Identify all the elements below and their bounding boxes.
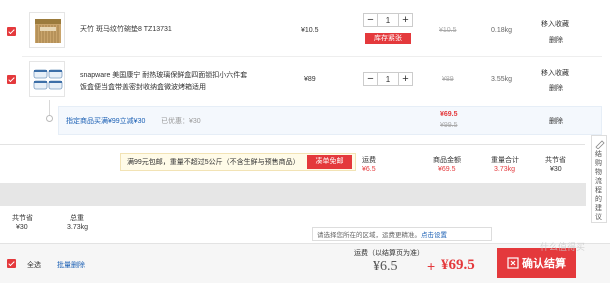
minus-button[interactable]: − — [364, 73, 377, 85]
original-price: ¥89 — [442, 76, 454, 83]
summary-weight-label: 总重 — [70, 215, 84, 222]
product-name[interactable]: 天竹 斑马纹竹碗垫8 TZ13731 — [80, 24, 172, 34]
watermark: 什么值得买 — [540, 242, 586, 252]
footer-shipping-fee: ¥6.5 — [373, 259, 398, 274]
plus-button[interactable]: + — [399, 73, 412, 85]
product-price: ¥10.5 — [301, 27, 319, 34]
stock-badge: 库存紧张 — [365, 33, 411, 44]
shipping-fee-note: 运费（以结算页为准） — [354, 250, 424, 257]
quantity-value[interactable]: 1 — [377, 14, 399, 26]
divider — [0, 144, 585, 145]
summary-weight-value: 3.73kg — [67, 224, 89, 231]
plus-button[interactable]: + — [399, 14, 412, 26]
quantity-stepper[interactable]: − 1 + — [363, 72, 413, 86]
batch-delete-link[interactable]: 批量删除 — [57, 260, 85, 270]
region-tip-text: 请选择您所在的区域，运费更精准。 — [317, 232, 421, 239]
divider — [22, 56, 602, 57]
total-weight-value: 3.73kg — [494, 166, 516, 173]
gray-band — [0, 183, 586, 206]
move-to-favorites-link[interactable]: 移入收藏 — [541, 19, 569, 29]
shipping-fee-label: 运费 — [362, 157, 376, 164]
original-price: ¥10.5 — [439, 27, 457, 34]
promo-original-price: ¥99.5 — [440, 122, 458, 129]
footer-total: ¥69.5 — [441, 257, 475, 273]
product-price: ¥89 — [304, 76, 316, 83]
item-weight: 3.55kg — [491, 76, 513, 83]
item-checkbox[interactable] — [7, 27, 16, 36]
quantity-stepper[interactable]: − 1 + — [363, 13, 413, 27]
summary-saved-value: ¥30 — [16, 224, 28, 231]
timeline-dot — [46, 115, 53, 122]
product-name[interactable]: snapware 美国康宁 耐热玻璃保鲜盒四面锁扣小六件套 饭盒便当盒带盖密封收… — [80, 70, 300, 94]
saved-label: 共节省 — [545, 157, 566, 164]
goods-amount-value: ¥69.5 — [438, 166, 456, 173]
shipping-notice: 满99元包邮，重量不超过5公斤（不含生鲜与预售商品） — [127, 159, 300, 166]
feedback-sidebar-tab[interactable]: 结购物流程的建议 — [591, 135, 607, 223]
checkout-icon — [507, 257, 519, 269]
checkout-label[interactable]: 确认结算 — [522, 255, 566, 271]
pencil-icon — [595, 140, 605, 149]
summary-saved-label: 共节省 — [12, 215, 33, 222]
goods-amount-label: 商品金额 — [433, 157, 461, 164]
quantity-value[interactable]: 1 — [377, 73, 399, 85]
saved-value: ¥30 — [550, 166, 562, 173]
add-items-for-free-shipping-button[interactable]: 凑单免邮 — [307, 155, 352, 169]
select-all-label[interactable]: 全选 — [27, 260, 41, 270]
select-all-checkbox[interactable] — [7, 259, 16, 268]
item-weight: 0.18kg — [491, 27, 513, 34]
promo-text[interactable]: 指定商品买满¥99立减¥30 — [66, 116, 145, 126]
promo-price: ¥69.5 — [440, 111, 458, 118]
plus-sign: + — [427, 258, 436, 274]
move-to-favorites-link[interactable]: 移入收藏 — [541, 68, 569, 78]
region-set-link[interactable]: 点击设置 — [421, 229, 447, 239]
promo-discount: 已优惠：¥30 — [161, 118, 201, 125]
bamboo-mat-icon — [35, 19, 61, 43]
delete-link[interactable]: 删除 — [549, 35, 563, 45]
product-thumbnail[interactable] — [29, 12, 65, 48]
shipping-fee-value: ¥6.5 — [362, 166, 376, 173]
glass-container-icon — [33, 69, 63, 90]
promo-delete-link[interactable]: 删除 — [549, 116, 563, 126]
product-thumbnail[interactable] — [29, 61, 65, 97]
item-checkbox[interactable] — [7, 75, 16, 84]
product-name-line1[interactable]: snapware 美国康宁 耐热玻璃保鲜盒四面锁扣小六件套 — [80, 70, 300, 82]
minus-button[interactable]: − — [364, 14, 377, 26]
delete-link[interactable]: 删除 — [549, 83, 563, 93]
region-tip: 请选择您所在的区域，运费更精准。 点击设置 — [312, 227, 492, 241]
product-name-line2[interactable]: 饭盒便当盒带盖密封收纳盒微波烤箱适用 — [80, 82, 300, 94]
feedback-text[interactable]: 结购物流程的建议 — [595, 150, 604, 222]
total-weight-label: 重量合计 — [491, 157, 519, 164]
